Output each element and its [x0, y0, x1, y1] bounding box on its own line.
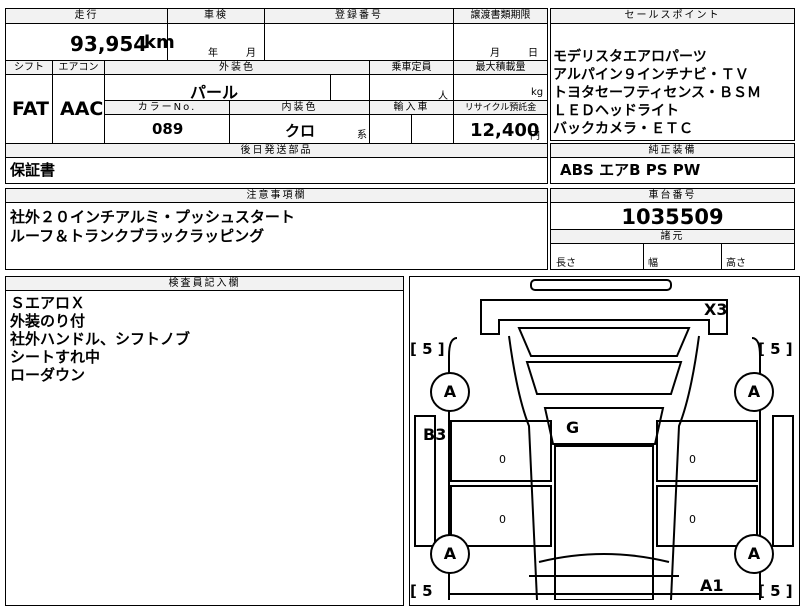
- import-header: 輸入車: [370, 101, 453, 115]
- later-parts-value: 保証書: [10, 161, 56, 179]
- notes-line-1: 社外２０インチアルミ・プッシュスタート: [10, 208, 295, 226]
- mileage-header: 走行: [6, 9, 167, 24]
- shift-value: FAT: [12, 98, 49, 120]
- notes-header: 注意事項欄: [6, 189, 547, 203]
- inspector-line-2: 外装のり付: [10, 312, 86, 330]
- tread-rear-left: [ 5 ]: [410, 340, 445, 358]
- tire-rear-right: A: [734, 372, 774, 412]
- sales-point-4: ＬＥＤヘッドライト: [553, 103, 679, 119]
- recycle-header: リサイクル預託金: [454, 101, 547, 115]
- chassis-value: 1035509: [621, 205, 724, 229]
- height-label: 高さ: [726, 258, 746, 269]
- inspection-year-label: 年: [208, 48, 218, 59]
- sales-point-3: トヨタセーフティセンス・ＢＳＭ: [553, 85, 762, 101]
- damage-g: G: [566, 418, 580, 437]
- notes-line-2: ルーフ＆トランクブラックラッピング: [10, 227, 265, 245]
- capacity-header: 乗車定員: [369, 61, 453, 75]
- sales-point-2: アルパイン９インチナビ・ＴＶ: [553, 67, 749, 83]
- inspector-header: 検査員記入欄: [6, 277, 403, 291]
- damage-x3: X3: [704, 300, 728, 319]
- ac-value: AAC: [60, 98, 104, 120]
- tread-rear-right: [ 5 ]: [758, 340, 793, 358]
- damage-b3: B3: [423, 425, 447, 444]
- recycle-unit: 円: [530, 131, 540, 142]
- tread-front-left: [ 5: [410, 582, 433, 600]
- load-header: 最大積載量: [453, 61, 547, 75]
- tire-front-right: A: [734, 534, 774, 574]
- inspector-line-1: ＳエアロＸ: [10, 294, 86, 312]
- ac-header: エアコン: [52, 61, 104, 75]
- registration-header: 登録番号: [264, 9, 453, 24]
- length-label: 長さ: [556, 258, 576, 269]
- zero-left-bottom: 0: [499, 513, 506, 526]
- interior-value: クロ: [285, 122, 316, 140]
- chassis-header: 車台番号: [551, 189, 794, 203]
- tire-rear-left: A: [430, 372, 470, 412]
- interior-suffix: 系: [357, 130, 367, 141]
- shift-header: シフト: [6, 61, 52, 75]
- recycle-value: 12,400: [470, 120, 540, 141]
- tread-front-right: [ 5 ]: [758, 582, 793, 600]
- damage-a1: A1: [700, 576, 724, 595]
- equipment-header: 純正装備: [551, 144, 794, 158]
- color-no-header: カラーNo.: [105, 101, 229, 115]
- tire-front-left: A: [430, 534, 470, 574]
- inspector-line-3: 社外ハンドル、シフトノブ: [10, 330, 191, 348]
- interior-header: 内装色: [230, 101, 369, 115]
- zero-right-top: 0: [689, 453, 696, 466]
- transfer-header: 譲渡書類期限: [453, 9, 547, 24]
- color-no-value: 089: [152, 120, 184, 138]
- sales-points-header: セールスポイント: [551, 9, 794, 24]
- mileage-value: 93,954: [70, 32, 148, 56]
- zero-left-top: 0: [499, 453, 506, 466]
- inspection-month-label: 月: [246, 48, 256, 59]
- zero-right-bottom: 0: [689, 513, 696, 526]
- transfer-day-label: 日: [528, 48, 538, 59]
- inspector-line-5: ローダウン: [10, 366, 86, 384]
- dimensions-header: 諸元: [551, 230, 794, 244]
- equipment-value: ABS エアB PS PW: [560, 161, 701, 179]
- inspector-line-4: シートすれ中: [10, 348, 101, 366]
- transfer-month-label: 月: [490, 48, 500, 59]
- color-header: 外装色: [104, 61, 369, 75]
- later-parts-header: 後日発送部品: [6, 144, 547, 158]
- mileage-unit: km: [144, 32, 175, 53]
- sales-point-5: バックカメラ・ＥＴＣ: [553, 121, 693, 137]
- width-label: 幅: [648, 258, 658, 269]
- sales-point-1: モデリスタエアロパーツ: [553, 49, 707, 65]
- load-unit: kg: [531, 87, 544, 98]
- inspection-header: 車検: [167, 9, 264, 24]
